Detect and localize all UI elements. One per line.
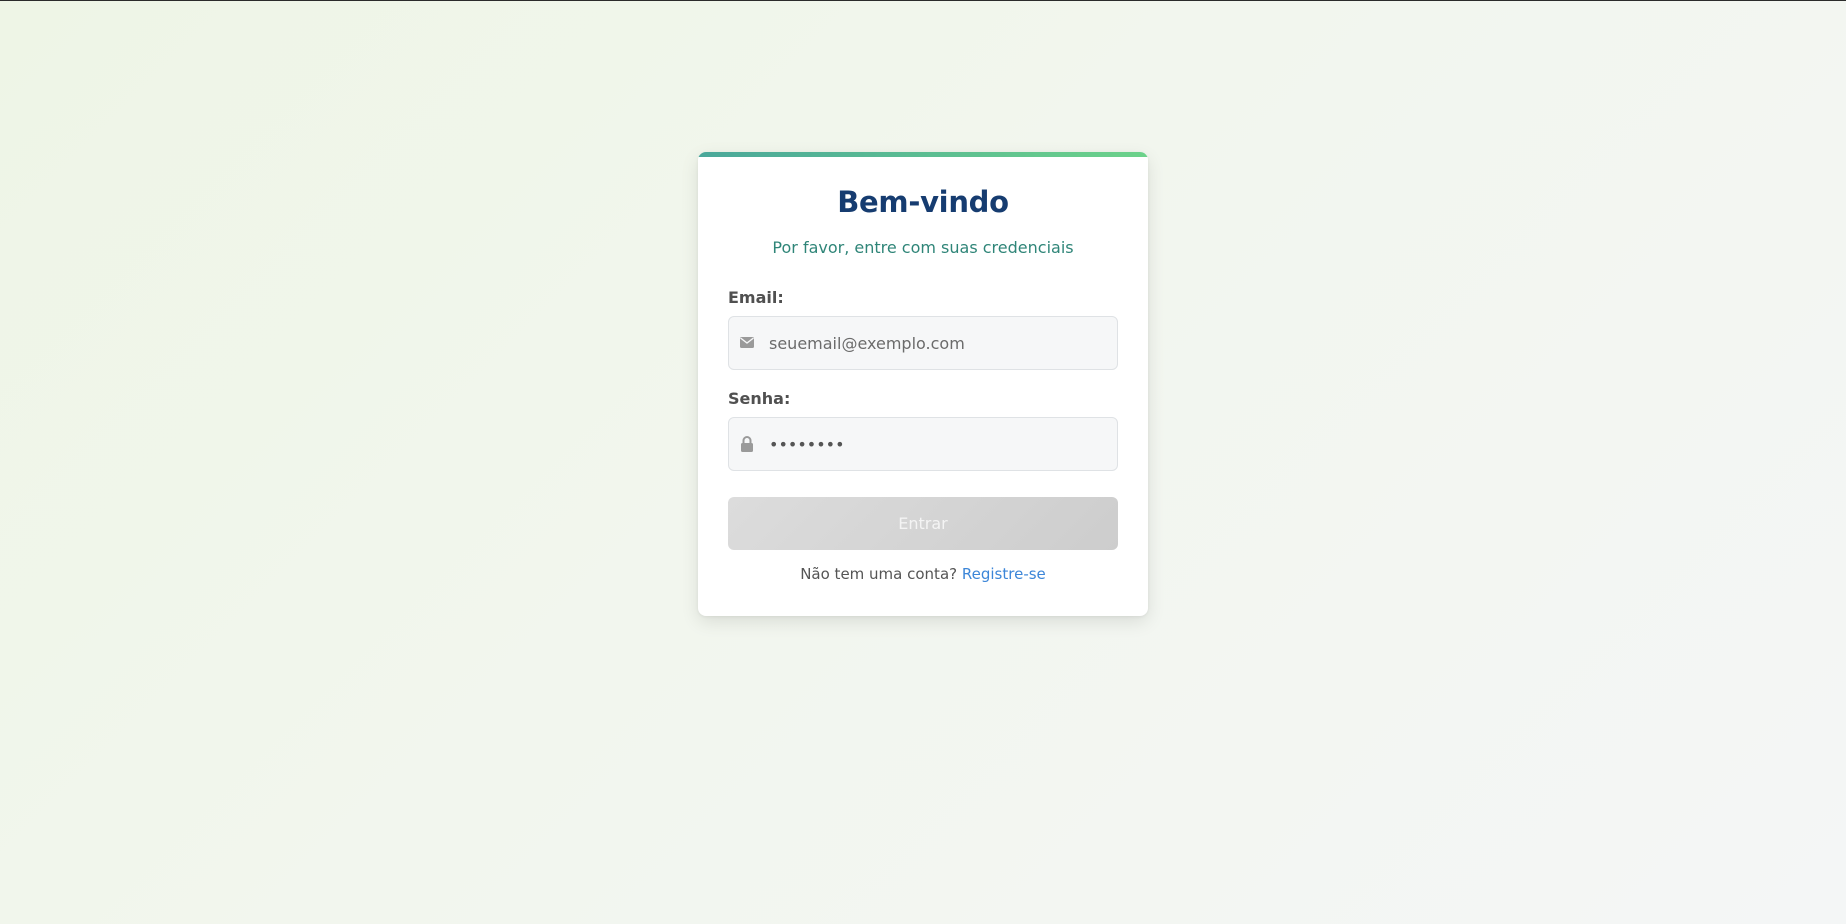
password-field-wrapper	[728, 417, 1118, 471]
page-title: Bem-vindo	[837, 185, 1009, 219]
card-accent-bar	[698, 152, 1148, 157]
lock-icon	[739, 435, 755, 453]
password-label: Senha:	[728, 389, 791, 408]
register-link[interactable]: Registre-se	[962, 565, 1046, 583]
login-card: Bem-vindo Por favor, entre com suas cred…	[698, 152, 1148, 616]
email-label: Email:	[728, 288, 784, 307]
register-prompt-text: Não tem uma conta?	[800, 565, 958, 583]
register-prompt: Não tem uma conta? Registre-se	[698, 565, 1148, 583]
login-button[interactable]: Entrar	[728, 497, 1118, 550]
envelope-icon	[739, 334, 755, 352]
password-input[interactable]	[769, 418, 1109, 470]
email-field-wrapper	[728, 316, 1118, 370]
page-subtitle: Por favor, entre com suas credenciais	[772, 238, 1074, 257]
email-input[interactable]	[769, 317, 1109, 369]
